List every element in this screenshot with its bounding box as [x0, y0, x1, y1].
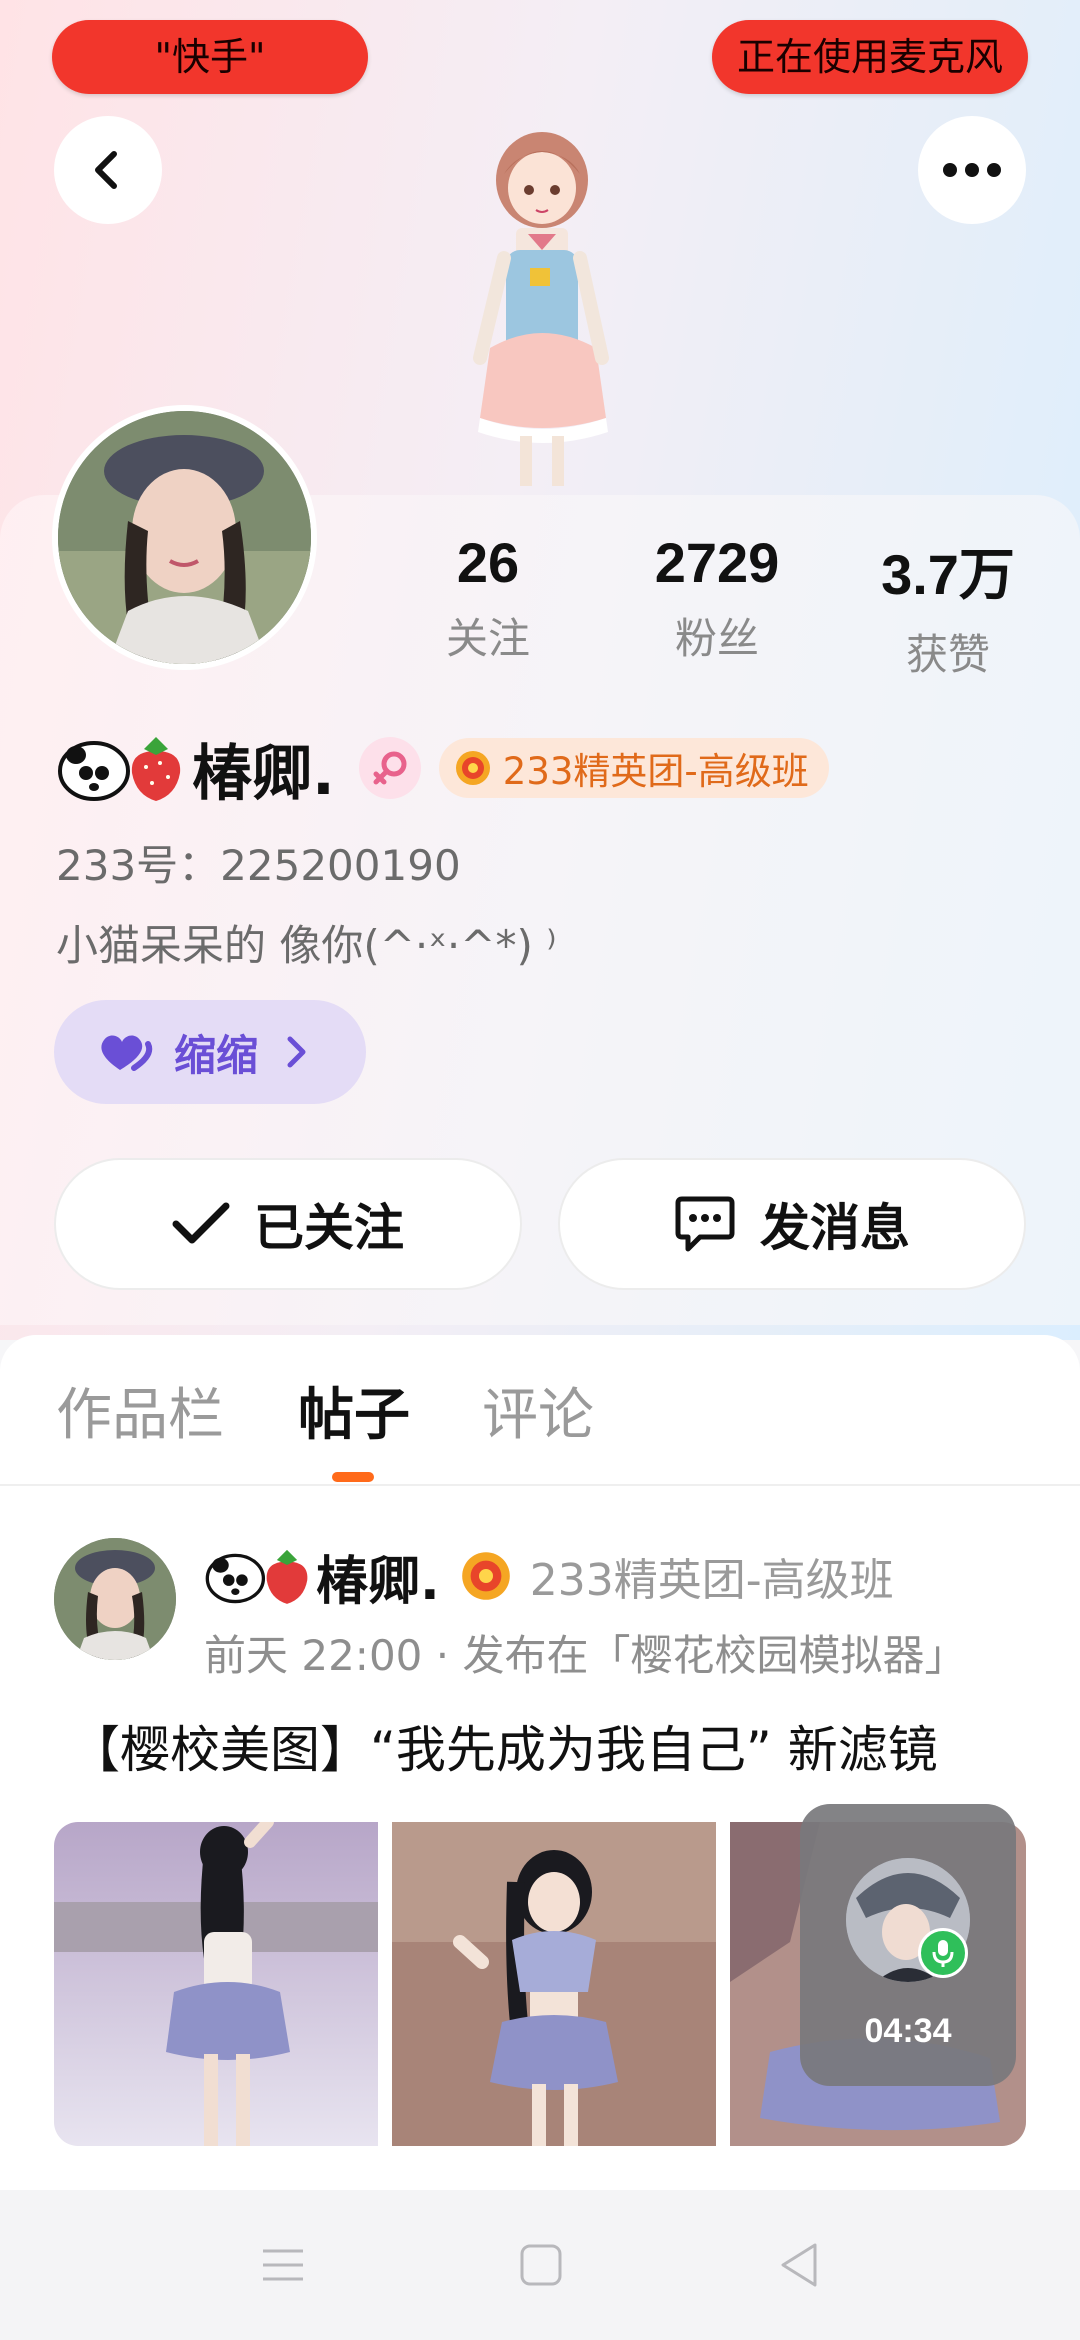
user-id: 233号：225200190	[56, 841, 461, 890]
check-icon	[172, 1202, 230, 1244]
menu-lines-icon	[263, 2249, 303, 2281]
followed-label: 已关注	[254, 1199, 404, 1257]
send-message-label: 发消息	[760, 1199, 910, 1257]
likes-count: 3.7万	[881, 543, 1015, 606]
microphone-icon	[932, 1940, 954, 1967]
triangle-back-icon	[781, 2243, 817, 2287]
mic-on-indicator	[918, 1928, 968, 1978]
following-label: 关注	[445, 614, 530, 663]
gender-badge	[358, 737, 421, 799]
stat-fans[interactable]: 2729 粉丝	[617, 530, 817, 666]
fans-count: 2729	[654, 531, 780, 594]
tab-posts[interactable]: 帖子	[298, 1370, 410, 1451]
heart-icon	[101, 1035, 153, 1071]
back-button[interactable]	[54, 116, 162, 224]
send-message-button[interactable]: 发消息	[558, 1158, 1026, 1290]
post-author-nickname[interactable]: 椿卿.	[316, 1539, 440, 1614]
tab-comments[interactable]: 评论	[482, 1370, 594, 1451]
more-dots-icon	[943, 163, 1001, 177]
avatar-photo	[58, 411, 311, 664]
post-avatar-photo	[54, 1538, 176, 1660]
stat-following[interactable]: 26 关注	[388, 530, 588, 666]
mic-status-pill[interactable]: 正在使用麦克风	[712, 20, 1028, 94]
group-emblem-icon	[461, 1552, 510, 1600]
active-tab-indicator	[332, 1472, 374, 1482]
post-meta: 前天 22:00 · 发布在「樱花校园模拟器」	[204, 1631, 967, 1680]
post-author-row: 椿卿. 233精英团-高级班	[204, 1540, 894, 1612]
fans-label: 粉丝	[674, 614, 759, 663]
profile-nickname: 椿卿.	[192, 738, 335, 809]
chevron-right-icon	[287, 1036, 306, 1068]
name-row: 椿卿. 233精英团-高级班	[56, 728, 829, 809]
app-name-pill[interactable]: "快手"	[52, 20, 368, 94]
post-image-1[interactable]	[54, 1822, 378, 2146]
female-icon	[373, 751, 407, 785]
square-icon	[520, 2244, 562, 2286]
followed-button[interactable]: 已关注	[54, 1158, 522, 1290]
chevron-left-icon	[95, 151, 117, 189]
group-emblem-icon	[455, 751, 490, 785]
family-tag-label: 缩缩	[174, 1030, 259, 1080]
group-badge[interactable]: 233精英团-高级班	[438, 738, 829, 798]
group-badge-label: 233精英团-高级班	[502, 750, 809, 793]
stat-likes[interactable]: 3.7万 获赞	[848, 530, 1048, 682]
nav-menu-button[interactable]	[248, 2230, 318, 2300]
post-title[interactable]: 【樱校美图】“我先成为我自己” 新滤镜	[70, 1710, 938, 1782]
family-tag[interactable]: 缩缩	[54, 1000, 366, 1104]
strawberry-icon	[266, 1549, 308, 1604]
more-button[interactable]	[918, 116, 1026, 224]
chat-bubble-icon	[675, 1196, 735, 1252]
likes-label: 获赞	[905, 630, 990, 679]
nav-back-button[interactable]	[764, 2230, 834, 2300]
bio-text: 小猫呆呆的 像你(^·ˣ·^*) ⁾	[56, 921, 557, 970]
tab-works[interactable]: 作品栏	[56, 1370, 224, 1451]
post-author-avatar[interactable]	[54, 1538, 176, 1660]
character-avatar-3d[interactable]	[420, 118, 660, 498]
profile-avatar[interactable]	[52, 405, 317, 670]
nav-home-button[interactable]	[506, 2230, 576, 2300]
post-author-group: 233精英团-高级班	[529, 1555, 894, 1606]
tab-divider	[0, 1484, 1080, 1486]
strawberry-icon	[131, 737, 181, 801]
post-image-1-art	[54, 1822, 378, 2146]
post-image-2[interactable]	[392, 1822, 716, 2146]
following-count: 26	[456, 531, 520, 594]
floating-voice-call[interactable]: 04:34	[800, 1804, 1016, 2086]
call-duration: 04:34	[864, 2012, 952, 2050]
post-image-2-art	[392, 1822, 716, 2146]
